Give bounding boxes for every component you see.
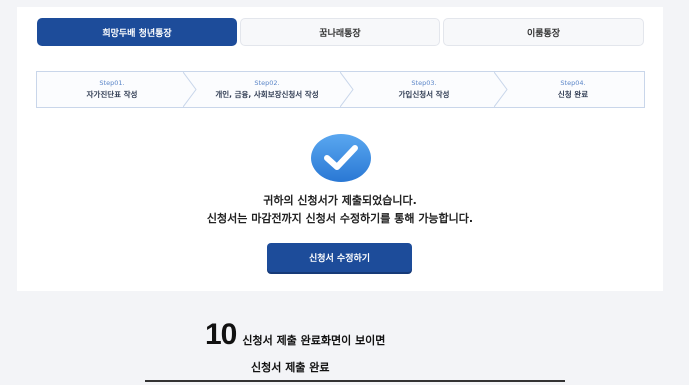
step-2-number: Step02. — [254, 79, 280, 87]
step-4-number: Step04. — [560, 79, 586, 87]
step-4: Step04. 신청 완료 — [502, 72, 644, 107]
check-circle-icon — [311, 134, 371, 182]
tab-dream-wing[interactable]: 꿈나래통장 — [240, 18, 440, 46]
step-3-title: 가입신청서 작성 — [398, 90, 450, 99]
step-1-title: 자가진단표 작성 — [86, 90, 138, 99]
step-3-number: Step03. — [411, 79, 437, 87]
step-1-number: Step01. — [99, 79, 125, 87]
edit-notice: 신청서는 마감전까지 신청서 수정하기를 통해 가능합니다. — [206, 212, 474, 225]
step-4-title: 신청 완료 — [557, 90, 589, 99]
application-card: 희망두배 청년통장 꿈나래통장 이룸통장 Step01. 자가진단표 작성 St… — [17, 7, 663, 291]
step-2-title: 개인, 금융, 사회보장신청서 작성 — [215, 90, 319, 99]
step-2: Step02. 개인, 금융, 사회보장신청서 작성 — [192, 72, 342, 107]
step-number: 10 — [205, 318, 237, 351]
edit-application-button[interactable]: 신청서 수정하기 — [267, 243, 412, 272]
progress-steps: Step01. 자가진단표 작성 Step02. 개인, 금융, 사회보장신청서… — [36, 71, 645, 108]
divider — [145, 380, 565, 382]
account-tabs: 희망두배 청년통장 꿈나래통장 이룸통장 — [37, 18, 644, 46]
instruction-caption: 10 신청서 제출 완료화면이 보이면 — [205, 318, 385, 352]
step-1: Step01. 자가진단표 작성 — [37, 72, 187, 107]
instruction-text: 신청서 제출 완료화면이 보이면 — [242, 334, 386, 347]
step-3: Step03. 가입신청서 작성 — [349, 72, 499, 107]
tab-irum[interactable]: 이룸통장 — [443, 18, 644, 46]
instruction-subtext: 신청서 제출 완료 — [251, 361, 330, 374]
tab-hope-double[interactable]: 희망두배 청년통장 — [37, 18, 237, 46]
submission-message: 귀하의 신청서가 제출되었습니다. — [263, 194, 417, 207]
